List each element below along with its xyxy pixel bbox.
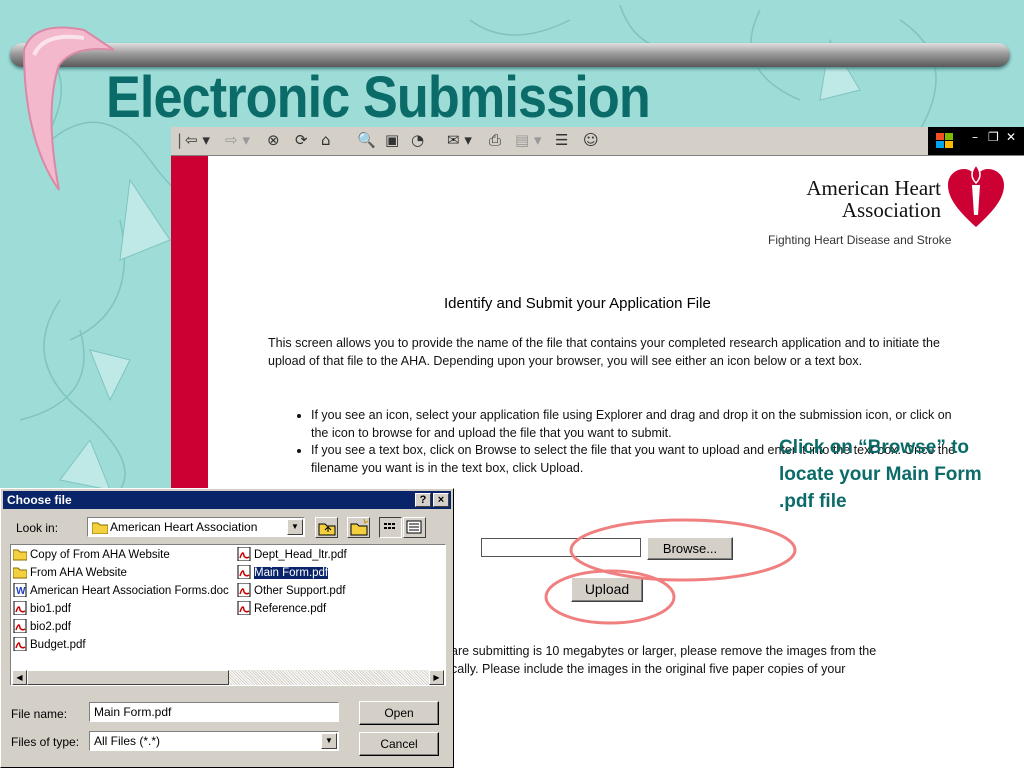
new-folder-icon[interactable] (347, 517, 370, 538)
file-name: bio1.pdf (30, 603, 71, 615)
file-name: Main Form.pdf (252, 566, 330, 580)
pdf-icon (13, 601, 27, 615)
dialog-close-button[interactable]: × (433, 493, 449, 507)
help-button[interactable]: ? (415, 493, 431, 507)
callout-text: Click on “Browse” to locate your Main Fo… (779, 437, 982, 512)
scroll-right-icon[interactable]: ▶ (429, 670, 444, 685)
file-list[interactable]: Copy of From AHA Website From AHA Website… (10, 544, 446, 686)
file-list-item[interactable]: bio1.pdf (13, 600, 71, 618)
chevron-down-icon[interactable]: ▼ (321, 733, 337, 749)
file-list-item[interactable]: Main Form.pdf (237, 564, 330, 582)
filename-label: File name: (11, 707, 68, 721)
file-name: Reference.pdf (254, 603, 327, 615)
dialog-title: Choose file (7, 493, 72, 507)
upload-highlight-ellipse (544, 569, 676, 625)
file-list-item[interactable]: Reference.pdf (237, 600, 326, 618)
list-view-icon[interactable] (379, 517, 402, 538)
file-list-item[interactable]: Copy of From AHA Website (13, 546, 170, 564)
look-in-label: Look in: (16, 521, 59, 535)
folder-icon (92, 522, 108, 534)
file-name: American Heart Association Forms.doc (30, 585, 229, 597)
dialog-titlebar: Choose file ? × (3, 491, 451, 509)
pdf-icon (237, 565, 251, 579)
pdf-icon (237, 547, 251, 561)
pdf-icon (237, 583, 251, 597)
file-name: bio2.pdf (30, 621, 71, 633)
file-name: Dept_Head_ltr.pdf (254, 549, 347, 561)
open-button[interactable]: Open (359, 701, 439, 725)
file-name: Other Support.pdf (254, 585, 346, 597)
pdf-icon (13, 637, 27, 651)
scroll-thumb[interactable] (27, 670, 229, 685)
file-list-item[interactable]: bio2.pdf (13, 618, 71, 636)
pdf-icon (13, 619, 27, 633)
cancel-button[interactable]: Cancel (359, 732, 439, 756)
chevron-down-icon[interactable]: ▼ (287, 519, 303, 535)
folder-icon (13, 567, 27, 579)
file-list-item[interactable]: Dept_Head_ltr.pdf (237, 546, 347, 564)
file-list-item[interactable]: Other Support.pdf (237, 582, 345, 600)
file-list-item[interactable]: W American Heart Association Forms.doc (13, 582, 229, 600)
up-folder-icon[interactable] (315, 517, 338, 538)
filetype-label: Files of type: (11, 735, 80, 749)
filetype-select[interactable]: All Files (*.*) ▼ (89, 731, 339, 751)
file-name: Budget.pdf (30, 639, 86, 651)
svg-text:W: W (16, 586, 26, 597)
word-doc-icon: W (13, 583, 27, 597)
look-in-select[interactable]: American Heart Association ▼ (87, 517, 305, 537)
filename-input[interactable]: Main Form.pdf (89, 702, 339, 722)
horizontal-scrollbar[interactable]: ◀ ▶ (12, 670, 444, 685)
scroll-left-icon[interactable]: ◀ (12, 670, 27, 685)
details-view-icon[interactable] (403, 517, 426, 538)
filetype-value: All Files (*.*) (94, 734, 161, 748)
file-list-item[interactable]: From AHA Website (13, 564, 127, 582)
file-name: Copy of From AHA Website (30, 549, 170, 561)
file-list-item[interactable]: Budget.pdf (13, 636, 86, 654)
folder-icon (13, 549, 27, 561)
pdf-icon (237, 601, 251, 615)
choose-file-dialog: Choose file ? × Look in: American Heart … (0, 488, 454, 768)
look-in-value: American Heart Association (110, 520, 258, 534)
file-name: From AHA Website (30, 567, 127, 579)
